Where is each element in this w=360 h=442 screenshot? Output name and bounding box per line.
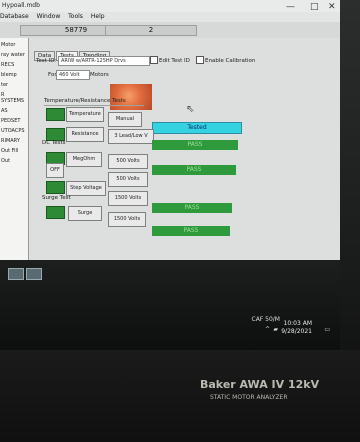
clock-time: 10:03 AM <box>283 320 312 327</box>
resistance-status: PASS <box>152 140 238 150</box>
tray-chevron-icon[interactable]: ^ <box>265 326 270 333</box>
surge-volts-button[interactable]: 1500 Volts <box>108 212 146 227</box>
toolbar: 58779 2 <box>0 22 340 38</box>
tab-strip: DataTestsTrending <box>34 42 111 61</box>
analyzer-body: Baker AWA IV 12kV STATIC MOTOR ANALYZER <box>0 350 360 442</box>
taskbar: CAF 50/M ^ ▰ 10:03 AM 9/28/2021 ▭ <box>0 260 340 350</box>
sidebar-item[interactable]: Out <box>1 158 27 164</box>
sidebar-item[interactable]: R SYSTEMS <box>1 92 27 104</box>
sidebar-item[interactable]: RIMARY <box>1 138 27 144</box>
surge-button[interactable]: Surge <box>68 206 102 221</box>
section-divider <box>44 105 144 106</box>
sidebar-item[interactable]: ter <box>1 82 27 88</box>
step-voltage-button[interactable]: Step Voltage <box>66 181 106 196</box>
motors-label: Motors <box>90 72 109 78</box>
clock-date: 9/28/2021 <box>281 328 312 335</box>
surge-test-header: Surge Test <box>42 195 71 201</box>
device-brand: Baker AWA IV 12kV <box>200 378 320 391</box>
device-subline: STATIC MOTOR ANALYZER <box>210 394 288 401</box>
sidebar-item[interactable]: Out Fill <box>1 148 27 154</box>
voltage-dropdown[interactable]: 460 Volt <box>56 70 90 80</box>
surge-status: PASS <box>152 226 230 236</box>
megohm-volts-button[interactable]: 500 Volts <box>108 154 148 169</box>
page-field[interactable]: 2 <box>105 25 197 36</box>
edit-test-id-label: Edit Test ID <box>159 58 190 64</box>
three-lead-low-v-button[interactable]: 3 Lead/Low V <box>108 129 154 144</box>
pi-volts-button[interactable]: 500 Volts <box>108 172 148 187</box>
window-title: Hypoall.mdb <box>2 2 40 9</box>
enable-calibration-checkbox[interactable] <box>196 56 204 64</box>
temperature-indicator <box>46 108 65 121</box>
sidebar-item[interactable]: PEDSET <box>1 118 27 124</box>
edit-test-id-checkbox[interactable] <box>150 56 158 64</box>
menu-window[interactable]: Window <box>37 13 61 20</box>
window-titlebar: Hypoall.mdb — □ ✕ <box>0 0 340 12</box>
sidebar-item[interactable]: blemp <box>1 72 27 78</box>
manual-button[interactable]: Manual <box>108 112 142 127</box>
step-voltage-status: PASS <box>152 203 232 213</box>
sidebar-item[interactable]: UTOACPS <box>1 128 27 134</box>
temperature-button[interactable]: Temperature <box>66 107 104 122</box>
megohm-status: PASS <box>152 165 236 175</box>
menu-tools[interactable]: Tools <box>68 13 83 20</box>
off-button[interactable]: OFF <box>46 163 64 178</box>
menu-help[interactable]: Help <box>91 13 105 20</box>
app-icon[interactable] <box>26 268 42 280</box>
sidebar-item[interactable]: AS <box>1 108 27 114</box>
app-icon[interactable] <box>8 268 24 280</box>
motor-image <box>110 84 152 110</box>
tag-label: CAF 50/M <box>251 316 281 323</box>
sidebar-item[interactable]: RECS <box>1 62 27 68</box>
resistance-button[interactable]: Resistance <box>66 127 104 142</box>
megohm-button[interactable]: MegOhm <box>66 152 102 167</box>
notifications-icon[interactable]: ▭ <box>324 326 330 333</box>
menu-bar: Database Window Tools Help <box>0 12 340 22</box>
step-volts-button[interactable]: 1500 Volts <box>108 191 148 206</box>
sidebar-item[interactable]: ray water <box>1 52 27 58</box>
dc-tests-header: DC Tests <box>42 140 66 146</box>
temperature-status: Tested <box>152 122 242 134</box>
enable-calibration-label: Enable Calibration <box>205 58 256 64</box>
menu-database[interactable]: Database <box>0 13 29 20</box>
temperature-resistance-header: Temperature/Resistance Tests <box>44 98 126 104</box>
test-id-dropdown[interactable]: ARIW w/ARTR-125HP Drvs <box>58 56 150 66</box>
monitor-screen: Hypoall.mdb — □ ✕ Database Window Tools … <box>0 0 340 350</box>
mouse-cursor-icon: ⇖ <box>186 104 195 115</box>
test-id-label: Test ID: <box>36 58 57 64</box>
surge-indicator <box>46 206 65 219</box>
sidebar-item[interactable]: Motor <box>1 42 27 48</box>
taskbar-clock[interactable]: 10:03 AM 9/28/2021 <box>281 320 312 336</box>
network-icon[interactable]: ▰ <box>273 326 278 333</box>
step-voltage-indicator <box>46 181 65 194</box>
sidebar: Motor ray water RECS blemp ter R SYSTEMS… <box>0 38 29 278</box>
